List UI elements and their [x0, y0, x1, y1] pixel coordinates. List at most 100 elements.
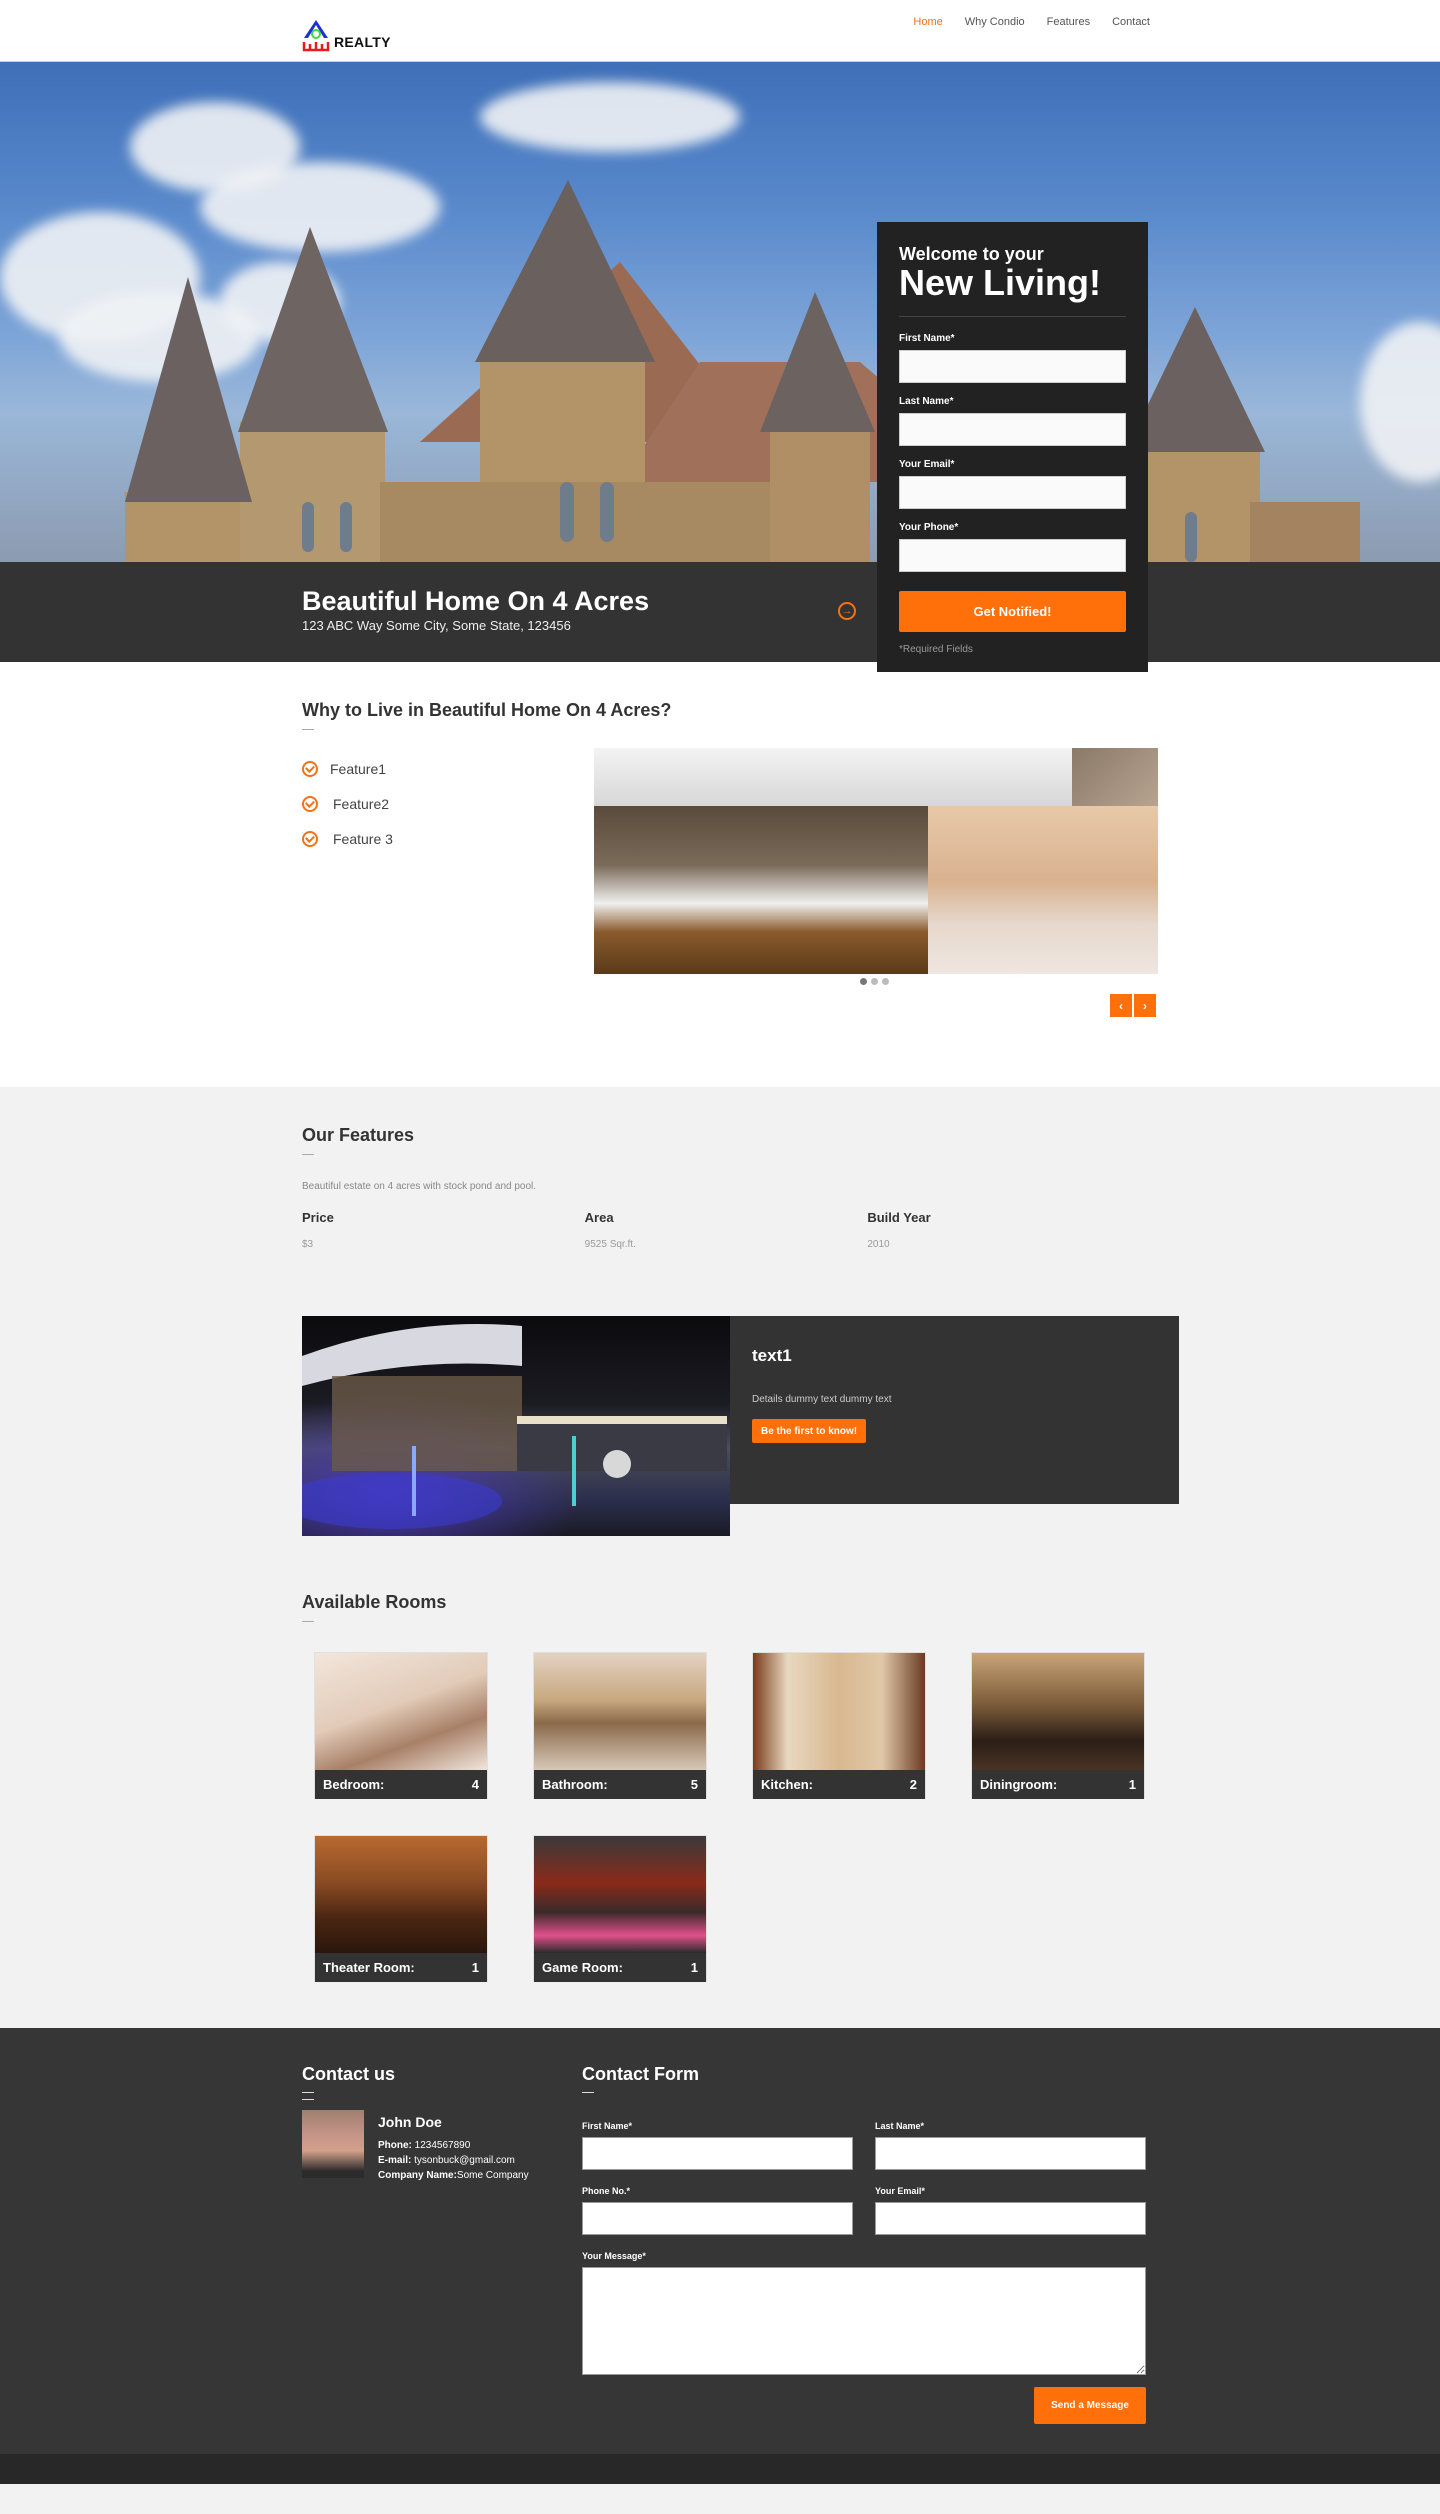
cf-last-name-label: Last Name*	[875, 2121, 925, 2131]
title-underline	[302, 1621, 314, 1622]
why-section: Why to Live in Beautiful Home On 4 Acres…	[0, 662, 1440, 1087]
night-building-illustration	[302, 1324, 727, 1529]
room-name: Bedroom:	[323, 1777, 385, 1792]
first-name-input[interactable]	[899, 350, 1126, 383]
cf-first-name-input[interactable]	[582, 2137, 853, 2170]
slider-next-button[interactable]: ›	[1134, 994, 1156, 1017]
contact-phone: Phone: 1234567890	[378, 2138, 529, 2153]
cf-message-label: Your Message*	[582, 2251, 646, 2261]
signup-form: Welcome to your New Living! First Name* …	[877, 222, 1148, 672]
title-underline	[302, 1154, 314, 1155]
room-name: Theater Room:	[323, 1960, 415, 1975]
room-card[interactable]: Kitchen: 2	[752, 1652, 926, 1799]
rooms-grid: Bedroom: 4 Bathroom: 5 Kitchen: 2 Diningroo…	[314, 1652, 1150, 1982]
cf-message-textarea[interactable]	[582, 2267, 1146, 2375]
features-section: Our Features Beautiful estate on 4 acres…	[0, 1087, 1440, 1556]
feature-label: Feature 3	[333, 831, 393, 847]
stat-label: Price	[302, 1210, 334, 1225]
room-count: 1	[1128, 1777, 1136, 1792]
be-first-button[interactable]: Be the first to know!	[752, 1419, 867, 1443]
check-circle-icon	[302, 796, 318, 812]
contact-section: Contact us John Doe Phone: 1234567890 E-…	[0, 2028, 1440, 2454]
get-notified-button[interactable]: Get Notified!	[899, 591, 1126, 632]
contact-company: Company Name:Some Company	[378, 2168, 529, 2183]
last-name-label: Last Name*	[899, 396, 954, 407]
email-value[interactable]: tysonbuck@gmail.com	[411, 2155, 515, 2166]
slider-dots	[860, 978, 889, 985]
cf-email-input[interactable]	[875, 2202, 1146, 2235]
arrow-circle-right-icon[interactable]: →	[838, 602, 856, 620]
last-name-input[interactable]	[899, 413, 1126, 446]
room-card[interactable]: Bathroom: 5	[533, 1652, 707, 1799]
phone-label: Your Phone*	[899, 522, 959, 533]
feature-list: Feature1 Feature2 Feature 3	[302, 760, 393, 865]
stat-value: 2010	[867, 1239, 890, 1250]
hero-info: Beautiful Home On 4 Acres 123 ABC Way So…	[0, 562, 1440, 662]
phone-value: 1234567890	[411, 2140, 471, 2151]
room-count: 1	[471, 1960, 479, 1975]
bedroom-image	[315, 1653, 487, 1770]
nav-why-condio[interactable]: Why Condio	[965, 16, 1025, 28]
required-fields-note: *Required Fields	[899, 644, 973, 655]
send-message-button[interactable]: Send a Message	[1034, 2387, 1146, 2424]
theater-room-image	[315, 1836, 487, 1953]
list-item: Feature1	[302, 760, 393, 778]
diningroom-image	[972, 1653, 1144, 1770]
contact-person: John Doe Phone: 1234567890 E-mail: tyson…	[302, 2110, 582, 2183]
list-item: Feature2	[302, 795, 393, 813]
email-input[interactable]	[899, 476, 1126, 509]
page-bottom	[0, 2484, 1440, 2514]
slide-image-kitchen	[928, 806, 1158, 974]
slider-dot[interactable]	[860, 978, 867, 985]
feature-label: Feature1	[330, 761, 387, 777]
room-name: Bathroom:	[542, 1777, 608, 1792]
slider-dot[interactable]	[871, 978, 878, 985]
property-title: Beautiful Home On 4 Acres	[302, 586, 650, 616]
slider-prev-button[interactable]: ‹	[1110, 994, 1132, 1017]
nav-contact[interactable]: Contact	[1112, 16, 1150, 28]
room-card[interactable]: Bedroom: 4	[314, 1652, 488, 1799]
cf-last-name-input[interactable]	[875, 2137, 1146, 2170]
image-slider[interactable]	[594, 748, 1158, 974]
room-card[interactable]: Game Room: 1	[533, 1835, 707, 1982]
stat-area: Area 9525 Sqr.ft.	[585, 1210, 868, 1250]
stat-value: 9525 Sqr.ft.	[584, 1239, 636, 1250]
title-underline	[302, 2099, 314, 2100]
kitchen-image	[753, 1653, 925, 1770]
list-item: Feature 3	[302, 830, 393, 848]
stat-value: $3	[302, 1239, 314, 1250]
room-name: Diningroom:	[980, 1777, 1058, 1792]
nav-features[interactable]: Features	[1047, 16, 1090, 28]
first-name-label: First Name*	[899, 333, 955, 344]
title-underline	[582, 2092, 594, 2093]
features-description: Beautiful estate on 4 acres with stock p…	[302, 1181, 537, 1192]
check-circle-icon	[302, 831, 318, 847]
house-logo-icon	[302, 20, 330, 52]
features-stats: Price $3 Area 9525 Sqr.ft. Build Year 20…	[302, 1210, 1150, 1250]
feature-label: Feature2	[333, 796, 390, 812]
room-name: Kitchen:	[761, 1777, 813, 1792]
logo[interactable]: REALTY	[302, 12, 402, 52]
cf-phone-input[interactable]	[582, 2202, 853, 2235]
phone-input[interactable]	[899, 539, 1126, 572]
room-card[interactable]: Diningroom: 1	[971, 1652, 1145, 1799]
contact-email: E-mail: tysonbuck@gmail.com	[378, 2153, 529, 2168]
main-nav: Home Why Condio Features Contact	[913, 16, 1150, 28]
nav-home[interactable]: Home	[913, 16, 942, 28]
room-card[interactable]: Theater Room: 1	[314, 1835, 488, 1982]
contact-name: John Doe	[378, 2114, 442, 2130]
cf-phone-label: Phone No.*	[582, 2186, 631, 2196]
avatar	[302, 2110, 364, 2178]
slide-image-corner	[1072, 748, 1158, 806]
hero-image	[0, 62, 1440, 562]
title-underline	[302, 729, 314, 730]
email-label: Your Email*	[899, 459, 955, 470]
slider-dot[interactable]	[882, 978, 889, 985]
contact-title: Contact us	[302, 2064, 396, 2084]
company-label: Company Name:	[378, 2170, 457, 2181]
promo-image	[302, 1316, 730, 1536]
castle-illustration	[125, 180, 1360, 562]
footer-band	[0, 2454, 1440, 2484]
stat-label: Area	[584, 1210, 614, 1225]
room-count: 1	[690, 1960, 698, 1975]
